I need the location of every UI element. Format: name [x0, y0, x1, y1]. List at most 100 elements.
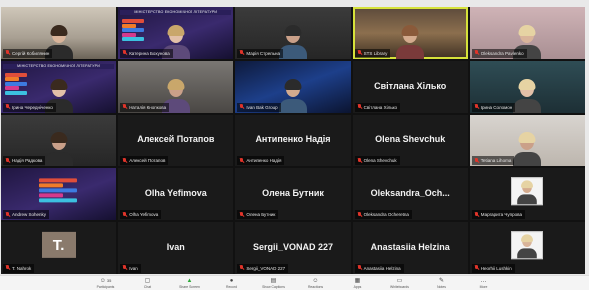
participant-tile[interactable]: Heorhii Lushkin — [469, 222, 585, 274]
toolbar-apps-button[interactable]: ▦ Apps — [344, 278, 372, 289]
participant-tile[interactable]: МІНІСТЕРСТВО ЕКОНОМІЧНОЇ ЛІТЕРАТУРИ Ірина… — [1, 60, 117, 113]
participant-tile[interactable]: Ivan Ivan — [118, 222, 234, 274]
mic-muted-icon — [122, 265, 127, 271]
participant-tile[interactable]: Світлана Хілько Світлана Хілько — [352, 60, 468, 113]
gallery-grid: Сергій Кобилянин МІНІСТЕРСТВО ЕКОНОМІЧНОЇ… — [1, 7, 585, 274]
participant-name: Ivan Bak Group — [246, 104, 278, 110]
toolbar-label: Show Captions — [262, 284, 285, 289]
toolbar-label: Notes — [437, 284, 446, 289]
participant-name-label: Oleksandra Pavlenko — [471, 48, 527, 58]
participant-name-label: Anastasiia Helzina — [354, 263, 404, 273]
participant-tile[interactable]: T. T. Nahrok — [1, 222, 117, 274]
mic-muted-icon — [474, 265, 479, 271]
participant-display-name: Anastasiia Helzina — [370, 242, 450, 253]
participant-name-label: STS Library — [354, 48, 391, 58]
participants-count: 35 — [106, 277, 112, 283]
mic-muted-icon — [5, 265, 10, 271]
mic-muted-icon — [5, 104, 10, 110]
participant-tile[interactable]: Olena Shevchuk Olena Shevchuk — [352, 114, 468, 167]
participant-tile[interactable]: Марія Стрельна — [235, 7, 351, 59]
participant-name: Олена Бутник — [246, 212, 276, 218]
participant-name-label: Ірина Чередніченко — [3, 102, 56, 112]
participant-name: Ірина Соломон — [480, 104, 513, 110]
participant-display-name: Алексей Потапов — [137, 134, 215, 145]
participant-name: Надія Радкова — [12, 158, 43, 164]
participant-name-label: Olena Shevchuk — [354, 156, 400, 166]
participant-name: Sergii_VONAD 227 — [246, 265, 286, 271]
participant-name: Ivan — [129, 265, 138, 271]
toolbar-label: Reactions — [307, 284, 324, 289]
participant-video-figure — [513, 132, 542, 167]
mic-muted-icon — [5, 157, 10, 164]
mic-muted-icon — [474, 104, 479, 110]
participant-tile[interactable]: Надія Радкова — [1, 114, 117, 167]
toolbar-cc-button[interactable]: ▤ Show Captions — [260, 278, 288, 289]
participant-tile[interactable]: Andrew Sohenky — [1, 168, 117, 221]
mic-muted-icon — [357, 265, 362, 271]
participant-video-figure — [44, 132, 73, 167]
participant-tile[interactable]: МІНІСТЕРСТВО ЕКОНОМІЧНОЇ ЛІТЕРАТУРИ Катер… — [118, 7, 234, 59]
toolbar-label: Chat — [143, 284, 152, 289]
meeting-window: Сергій Кобилянин МІНІСТЕРСТВО ЕКОНОМІЧНОЇ… — [0, 0, 589, 290]
participant-display-name: Oleksandra_Och... — [370, 188, 450, 199]
toolbar-participants-button[interactable]: ☺ 35 Participants — [92, 278, 120, 289]
toolbar-reactions-button[interactable]: ☺ Reactions — [302, 278, 330, 289]
participant-name-label: Олена Бутник — [237, 210, 279, 220]
participant-name: T. Nahrok — [12, 265, 32, 271]
conference-logo — [38, 178, 79, 205]
toolbar-notes-button[interactable]: ✎ Notes — [428, 278, 456, 289]
mic-muted-icon — [357, 104, 362, 110]
reactions-icon: ☺ — [312, 277, 319, 284]
participant-name-label: Sergii_VONAD 227 — [237, 263, 289, 273]
participant-name: Andrew Sohenky — [12, 212, 47, 218]
participant-video-figure — [278, 24, 307, 59]
mic-muted-icon — [122, 104, 127, 110]
profile-photo — [511, 231, 544, 260]
participant-name-label: Ivan — [120, 263, 141, 273]
participant-tile[interactable]: Сергій Кобилянин — [1, 7, 117, 59]
participant-display-name: Антипенко Надія — [255, 134, 331, 145]
toolbar-chat-button[interactable]: ▢ Chat — [134, 278, 162, 289]
toolbar-label: Participants — [96, 284, 115, 289]
participant-name: Olena Shevchuk — [363, 158, 397, 164]
participant-display-name: Ivan — [166, 242, 185, 253]
conference-banner: МІНІСТЕРСТВО ЕКОНОМІЧНОЇ ЛІТЕРАТУРИ — [3, 63, 115, 69]
participant-video-figure — [278, 78, 307, 113]
participant-video-figure — [396, 24, 425, 59]
participant-name-label: Алексей Потапов — [120, 156, 169, 166]
participant-tile[interactable]: Маргарита Чупрова — [469, 168, 585, 221]
avatar: T. — [41, 231, 76, 258]
participant-tile[interactable]: Ivan Bak Group — [235, 60, 351, 113]
participant-name-label: Надія Радкова — [3, 156, 46, 166]
participant-tile[interactable]: Oleksandra Pavlenko — [469, 7, 585, 59]
participant-name-label: Olha Yefimova — [120, 210, 162, 220]
participant-tile[interactable]: Олена Бутник Олена Бутник — [235, 168, 351, 221]
participant-name: Світлана Хілько — [363, 104, 398, 110]
toolbar-label: Record — [226, 284, 237, 289]
participant-tile[interactable]: Ірина Соломон — [469, 60, 585, 113]
participant-tile[interactable]: Sergii_VONAD 227 Sergii_VONAD 227 — [235, 222, 351, 274]
toolbar-record-button[interactable]: ● Record — [218, 278, 246, 289]
participant-tile[interactable]: Наталія Кнопкова — [118, 60, 234, 113]
participant-name-label: T. Nahrok — [3, 263, 35, 273]
participant-tile[interactable]: Oleksandra_Och... Oleksandra Ocheretna — [352, 168, 468, 221]
participant-tile[interactable]: Tetiana Lihoma — [469, 114, 585, 167]
participant-tile[interactable]: Антипенко Надія Антипенко Надія — [235, 114, 351, 167]
participant-display-name: Світлана Хілько — [374, 80, 447, 91]
participant-name-label: Ivan Bak Group — [237, 102, 281, 112]
participant-name: Катерина Бохунова — [129, 50, 170, 56]
toolbar-whiteboards-button[interactable]: ▭ Whiteboards — [386, 278, 414, 289]
participant-name: Антипенко Надія — [246, 158, 282, 164]
toolbar-more-button[interactable]: … More — [470, 278, 498, 289]
participant-tile[interactable]: Алексей Потапов Алексей Потапов — [118, 114, 234, 167]
share-screen-icon: ▲ — [186, 277, 193, 284]
participant-tile[interactable]: Olha Yefimova Olha Yefimova — [118, 168, 234, 221]
participant-display-name: Sergii_VONAD 227 — [252, 242, 334, 253]
participant-tile[interactable]: Anastasiia Helzina Anastasiia Helzina — [352, 222, 468, 274]
participant-name: Heorhii Lushkin — [480, 265, 512, 271]
participant-tile[interactable]: STS Library — [352, 7, 468, 59]
participant-video-figure — [517, 234, 538, 259]
mic-muted-icon — [239, 211, 244, 218]
participant-name-label: Oleksandra Ocheretna — [354, 210, 412, 220]
toolbar-share-button[interactable]: ▲ Share Screen — [176, 278, 204, 289]
